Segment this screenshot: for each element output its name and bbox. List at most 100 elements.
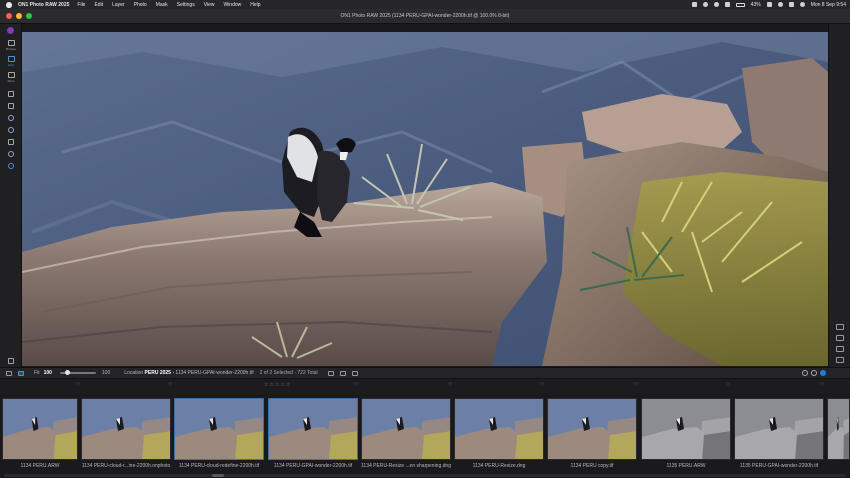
thumbnail-image: [455, 399, 543, 459]
control-center-icon[interactable]: [788, 2, 794, 7]
thumbnail-image: [82, 399, 170, 459]
close-window-button[interactable]: [6, 13, 12, 19]
develop-panel-icon[interactable]: [836, 335, 844, 341]
sync-icon[interactable]: [820, 370, 826, 376]
menu-clock[interactable]: Mon 8 Sep 9:54: [811, 2, 846, 8]
wifi-icon[interactable]: [766, 2, 772, 7]
more-icon: [7, 71, 15, 78]
thumbnail-label: 1134 PERU-cloud-redefine-2200h.tif: [178, 463, 260, 469]
like-icon[interactable]: ♡: [634, 382, 638, 388]
battery-icon[interactable]: [735, 2, 745, 7]
before-after-icon[interactable]: [811, 370, 817, 376]
thumbnail-image: [735, 399, 823, 459]
zoom-slider[interactable]: [59, 370, 96, 375]
menu-settings[interactable]: Settings: [177, 2, 195, 8]
filmstrip-view-icon[interactable]: [18, 370, 24, 376]
filmstrip-thumbnail[interactable]: [641, 398, 731, 460]
filmstrip-thumbnail[interactable]: [81, 398, 171, 460]
edit-module-button[interactable]: Edit: [4, 54, 18, 68]
filmstrip-thumbnail[interactable]: [361, 398, 451, 460]
filmstrip-thumbnail[interactable]: [174, 398, 264, 460]
filmstrip-scrollbar[interactable]: [4, 474, 846, 477]
refine-icon: [8, 151, 14, 157]
crop-icon: [8, 91, 14, 97]
preview-toggle[interactable]: [4, 354, 18, 368]
on1-logo-icon: [7, 27, 14, 34]
search-icon[interactable]: [777, 2, 783, 7]
right-toolbar: [828, 24, 850, 369]
like-icon[interactable]: ♡: [540, 382, 544, 388]
filmstrip-thumbnail[interactable]: [268, 398, 358, 460]
filmstrip-thumbnail[interactable]: [547, 398, 637, 460]
app-menu[interactable]: ON1 Photo RAW 2025: [18, 2, 69, 8]
rating-row: ♡ ♡ ☆☆☆☆☆ ♡ ♡ ♡ ♡ ♡ ♡: [0, 379, 850, 394]
menu-help[interactable]: Help: [250, 2, 260, 8]
like-icon[interactable]: ♡: [820, 382, 824, 388]
zoom-value-right: 100: [101, 370, 111, 376]
thumbnail-image: [3, 399, 77, 459]
filmstrip: 1134 PERU.ARW 1134 PERU-cloud-r...ine-220…: [0, 394, 850, 478]
like-icon[interactable]: ♡: [168, 382, 172, 388]
window-title-bar: ON1 Photo RAW 2025 (1134 PERU-GPAI-wonde…: [0, 9, 850, 24]
status-sync-icon[interactable]: [713, 2, 719, 7]
filmstrip-thumbnail[interactable]: [734, 398, 824, 460]
status-circle-icon[interactable]: [702, 2, 708, 7]
brush-icon: [8, 127, 14, 133]
filmstrip-scroll-thumb[interactable]: [212, 474, 224, 477]
effects-panel-icon[interactable]: [836, 346, 844, 352]
filmstrip-thumbnail[interactable]: [2, 398, 78, 460]
location-folder[interactable]: PERU 2025: [145, 370, 171, 376]
thumbnail-label: 1134 PERU-GPAI-wonder-2200h.tif: [273, 463, 353, 469]
menu-edit[interactable]: Edit: [94, 2, 103, 8]
view-mode-controls: [802, 370, 826, 376]
thumbnail-image: [362, 399, 450, 459]
battery-percent: 43%: [750, 1, 761, 8]
siri-icon[interactable]: [799, 2, 805, 7]
photo-preview[interactable]: [22, 32, 828, 366]
zoom-slider-knob[interactable]: [65, 370, 71, 375]
view-hand-icon: [8, 163, 14, 169]
reset-icon[interactable]: [802, 370, 808, 376]
apple-menu-icon[interactable]: [6, 1, 12, 8]
grid-icon: [7, 39, 15, 46]
menu-layer[interactable]: Layer: [112, 2, 125, 8]
menu-file[interactable]: File: [77, 2, 85, 8]
location-label: Location: [124, 370, 144, 376]
menu-window[interactable]: Window: [223, 2, 241, 8]
thumbnail-label: 1134 PERU-Resize.dng: [472, 463, 526, 469]
like-icon[interactable]: ♡: [726, 382, 730, 388]
thumbnail-label: 1134 PERU-cloud-r...ine-2200h.onphoto: [81, 463, 171, 469]
thumbnail-label: 1135 PERU-GPAI-wonder-2200h.tif: [739, 463, 819, 469]
info-icon[interactable]: [351, 370, 358, 376]
eye-icon[interactable]: [327, 370, 334, 376]
browse-module-button[interactable]: Browse: [4, 38, 18, 52]
filmstrip-thumbnail[interactable]: [827, 398, 850, 460]
preview-icon: [8, 358, 14, 364]
status-lock-icon[interactable]: [724, 2, 730, 7]
menu-mask[interactable]: Mask: [156, 2, 168, 8]
like-icon[interactable]: ♡: [448, 382, 452, 388]
layers-panel-icon[interactable]: [836, 324, 844, 330]
like-icon[interactable]: ♡: [76, 382, 80, 388]
view-tool[interactable]: [4, 159, 18, 173]
local-panel-icon[interactable]: [836, 357, 844, 363]
panel-toggle-icon[interactable]: [6, 370, 12, 376]
compare-icon[interactable]: [339, 370, 346, 376]
condor-photo: [22, 32, 828, 366]
star-rating[interactable]: ☆☆☆☆☆: [264, 382, 291, 388]
thumbnail-label: 1134 PERU.ARW: [20, 463, 60, 469]
like-icon[interactable]: ♡: [354, 382, 358, 388]
zoom-window-button[interactable]: [26, 13, 32, 19]
macos-menu-bar: ON1 Photo RAW 2025 File Edit Layer Photo…: [0, 0, 850, 9]
gradient-icon: [8, 139, 14, 145]
selection-counts: 2 of 2 Selected · 722 Total: [259, 370, 318, 376]
minimize-window-button[interactable]: [16, 13, 22, 19]
zoom-value[interactable]: 100: [44, 370, 52, 376]
menu-photo[interactable]: Photo: [134, 2, 147, 8]
status-app-icon[interactable]: [691, 2, 697, 7]
zoom-fit-button[interactable]: Fit: [34, 370, 40, 376]
menu-view[interactable]: View: [204, 2, 215, 8]
filmstrip-thumbnail[interactable]: [454, 398, 544, 460]
more-module-button[interactable]: More: [4, 70, 18, 84]
menu-extras: 43% Mon 8 Sep 9:54: [691, 0, 846, 9]
